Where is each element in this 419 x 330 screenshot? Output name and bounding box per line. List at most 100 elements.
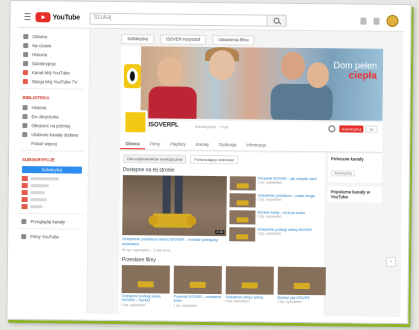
tab-about[interactable]: Informacje: [241, 139, 271, 150]
browse-icon: [21, 218, 27, 224]
chevron-right-icon[interactable]: ›: [385, 256, 397, 267]
featured-video-thumbnail[interactable]: 4:30: [122, 175, 227, 237]
video-card[interactable]: Ocieplenie stropu wełną 4 tys. wyświetle…: [225, 266, 274, 308]
divider: [19, 213, 84, 215]
sidebar-item-history[interactable]: Historia: [17, 50, 89, 59]
chip[interactable]: Subskrybuj: [121, 34, 155, 45]
sidebar-item-label: Pokaż więcej: [31, 140, 57, 146]
chip[interactable]: Ustawienia filmu: [212, 35, 255, 46]
video-text: Poradnik ISOVER – jak ocieplić dach 1 tys…: [256, 176, 317, 192]
uploads-row: Ocieplenie podłogi wełną ISOVER – montaż…: [121, 265, 326, 309]
tab-new-viewers[interactable]: Dla użytkowników nowicjuszów: [122, 154, 187, 164]
channel-icon: [22, 69, 28, 75]
top-icons: [360, 14, 399, 27]
trending-icon: [23, 42, 29, 48]
sidebar-item-label: Do obejrzenia: [31, 113, 59, 119]
list-item[interactable]: Ocieplenie podłogi wełną ISOVER 1 tys. wy…: [229, 227, 322, 243]
video-list: Poradnik ISOVER – jak ocieplić dach 1 tys…: [229, 176, 323, 245]
logo-text: YouTube: [52, 13, 81, 22]
subscription-item[interactable]: [15, 203, 87, 211]
list-item[interactable]: Poradnik ISOVER – jak ocieplić dach 1 tys…: [229, 176, 323, 192]
subscription-name: [30, 191, 45, 195]
video-thumbnail[interactable]: [173, 265, 222, 295]
divider: [20, 88, 85, 90]
tab-videos[interactable]: Filmy: [145, 138, 165, 149]
channel-name: ISOVERPL: [148, 122, 179, 129]
video-thumbnail[interactable]: [229, 210, 256, 225]
channel-thumb-icon: [21, 176, 28, 182]
sidebar-item-tv[interactable]: Stacja Mój YouTube TV: [17, 77, 89, 86]
sidebar-item-label: Stacja Mój YouTube TV: [31, 78, 78, 85]
list-item[interactable]: Ocieplenie poddasza – część druga 2 tys. …: [229, 193, 323, 209]
sidebar-item-trending[interactable]: Na czasie: [17, 41, 89, 50]
tab-returning-viewers[interactable]: Powracający widzowie: [190, 154, 239, 165]
sidebar-item-home[interactable]: Główna: [17, 32, 89, 41]
hoverboard-shape: [189, 281, 206, 288]
hoverboard-shape: [236, 234, 249, 240]
notifications-icon[interactable]: [373, 17, 380, 25]
video-meta: 1 tys. wyświetleń: [257, 231, 282, 237]
video-title[interactable]: Ocieplenie podłogi wełną ISOVER – montaż: [122, 294, 170, 303]
channel-avatar[interactable]: [123, 110, 148, 135]
video-card[interactable]: Montaż płyt ISOVER 2 tys. wyświetleń: [277, 266, 326, 309]
sidebar-item-library[interactable]: Obejrzeć na później: [16, 121, 88, 130]
search-input[interactable]: Szukaj: [89, 12, 268, 27]
sidebar-item-library[interactable]: Historia: [17, 103, 89, 112]
video-thumbnail[interactable]: [121, 265, 170, 294]
video-thumbnail[interactable]: [229, 193, 256, 208]
banner-tagline: Dom pełen ciepła: [333, 60, 377, 81]
chip-bar: Subskrybuj ISOVER Krzysztof Ustawienia f…: [121, 34, 255, 46]
banner-photo-shape: [148, 86, 197, 121]
banner-photo-shape: [156, 56, 184, 87]
video-thumbnail[interactable]: [229, 227, 256, 242]
featured-video-meta: 90 tys. wyświetleń · 2 lata temu: [122, 248, 171, 253]
video-card[interactable]: Ocieplenie podłogi wełną ISOVER – montaż…: [121, 265, 170, 307]
video-meta: 2 tys. wyświetleń: [277, 300, 302, 305]
sidebar-item-more[interactable]: Pokaż więcej: [16, 139, 88, 148]
tab-home[interactable]: Główna: [120, 138, 145, 150]
featured-channels-box: Polecane kanały Subskrybuj: [327, 153, 383, 183]
sidebar-item-subscriptions[interactable]: Subskrypcje: [17, 59, 89, 68]
video-meta: 1 tys. wyświetleń: [173, 303, 198, 308]
upload-icon[interactable]: [360, 17, 367, 25]
menu-icon[interactable]: [24, 13, 31, 21]
channel-thumb-icon: [21, 190, 28, 196]
subscribe-chip[interactable]: Subskrybuj: [330, 170, 355, 177]
video-card[interactable]: Poradnik ISOVER – ocieplenie ścian 1 tys…: [173, 265, 222, 308]
search-button[interactable]: [266, 14, 287, 27]
chip[interactable]: ISOVER Krzysztof: [159, 34, 207, 45]
video-thumbnail[interactable]: [277, 266, 326, 296]
video-thumbnail[interactable]: [229, 176, 256, 191]
history-icon: [23, 51, 29, 57]
tagline-line-2: ciepła: [348, 70, 377, 82]
tab-channels[interactable]: Kanały: [191, 139, 214, 150]
video-thumbnail[interactable]: [225, 266, 274, 295]
featured-video-title[interactable]: Ocieplenie poddasza wełną ISOVER – monta…: [122, 237, 226, 248]
list-item[interactable]: Montaż wełny – krok po kroku 3 tys. wyświ…: [229, 210, 322, 226]
video-title[interactable]: Poradnik ISOVER – ocieplenie ścian: [174, 295, 222, 304]
hoverboard-shape: [152, 213, 193, 228]
avatar[interactable]: [386, 14, 399, 27]
sidebar-item-browse[interactable]: Przeglądaj kanały: [15, 217, 87, 226]
section-title: Przesłane filmy: [121, 257, 156, 264]
screen: YouTube Szukaj Główna Na czasie Historia…: [14, 6, 404, 318]
sidebar-item-library[interactable]: Do obejrzenia: [16, 112, 88, 121]
tv-icon: [22, 78, 28, 84]
tab-discussion[interactable]: Dyskusja: [214, 139, 242, 150]
channel-subscribe-button[interactable]: Subskrybuj: [339, 125, 364, 133]
subscribe-button[interactable]: Subskrybuj: [21, 166, 82, 174]
tab-playlists[interactable]: Playlisty: [165, 139, 191, 150]
youtube-logo[interactable]: YouTube: [35, 11, 80, 23]
channel-thumb-icon: [21, 204, 28, 210]
gear-icon[interactable]: [328, 125, 336, 133]
sidebar-item-library[interactable]: Ulubione kanały dodane: [16, 130, 88, 139]
sidebar-item-movies[interactable]: Filmy YouTube: [15, 232, 87, 241]
channel-thumb-icon: [21, 197, 28, 203]
sidebar-item-channel[interactable]: Kanał Mój YouTube: [17, 68, 89, 77]
banner-photo-shape: [208, 49, 236, 81]
hoverboard-shape: [236, 200, 249, 206]
sidebar-item-label: Główna: [32, 33, 48, 39]
video-duration: 4:30: [215, 230, 225, 235]
play-logo-icon: [35, 12, 51, 23]
subscription-name: [30, 177, 59, 181]
